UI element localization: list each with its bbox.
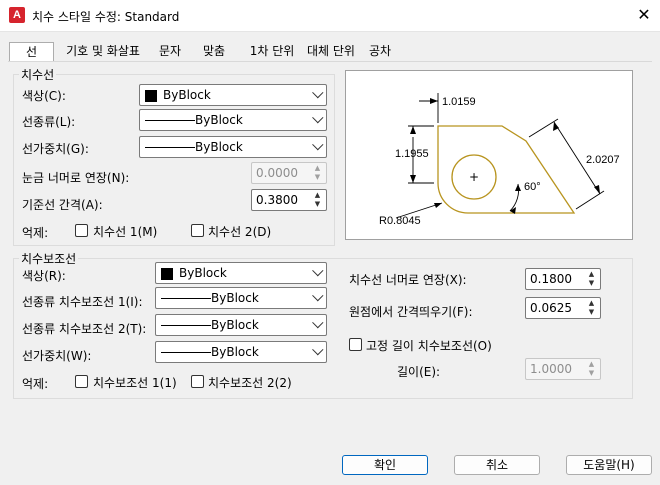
- tab-fit[interactable]: 맞춤: [194, 42, 234, 62]
- ok-button[interactable]: 확인: [342, 455, 428, 475]
- dim-color-combo[interactable]: ByBlock: [139, 84, 327, 106]
- ext-extend-value: 0.1800: [530, 272, 572, 286]
- chevron-down-icon: [312, 344, 324, 356]
- dim-linetype-label: 선종류(L):: [22, 115, 76, 129]
- ext-extend-spinner[interactable]: 0.1800 ▲ ▼: [525, 268, 601, 290]
- preview-shape: [437, 125, 576, 214]
- ext-color-value: ByBlock: [179, 266, 227, 280]
- tab-text[interactable]: 문자: [150, 42, 190, 62]
- ext-color-combo[interactable]: ByBlock: [155, 262, 327, 284]
- dim-baseline-value: 0.3800: [256, 193, 298, 207]
- spin-up-icon[interactable]: ▲: [584, 270, 599, 279]
- chevron-down-icon: [312, 87, 324, 99]
- tab-tolerances[interactable]: 공차: [364, 42, 396, 62]
- ext-linetype1-combo[interactable]: ByBlock: [155, 287, 327, 309]
- ext-linetype2-label: 선종류 치수보조선 2(T):: [22, 322, 147, 336]
- ext-offset-value: 0.0625: [530, 301, 572, 315]
- color-swatch: [161, 268, 173, 280]
- dim-lineweight-value: ByBlock: [195, 140, 243, 154]
- preview-drawing: + 1.0159 1.1955 2.0207 60° R0.8045: [379, 93, 620, 227]
- dim-suppress-label: 억제:: [22, 226, 49, 240]
- dim-lineweight-label: 선가중치(G):: [22, 142, 89, 156]
- dim-extend-label: 눈금 너머로 연장(N):: [22, 171, 130, 185]
- spin-up-icon[interactable]: ▲: [310, 191, 325, 200]
- dimension-preview: + 1.0159 1.1955 2.0207 60° R0.8045: [345, 70, 633, 240]
- ext-linetype2-value: ByBlock: [211, 318, 259, 332]
- suppress-dim2-label[interactable]: 치수선 2(D): [208, 223, 271, 240]
- suppress-ext2-label[interactable]: 치수보조선 2(2): [208, 374, 292, 391]
- chevron-down-icon: [312, 139, 324, 151]
- dim-linetype-value: ByBlock: [195, 113, 243, 127]
- chevron-down-icon: [312, 290, 324, 302]
- line-sample: [161, 352, 211, 353]
- spin-up-icon: ▲: [588, 360, 595, 368]
- fixed-length-label[interactable]: 고정 길이 치수보조선(O): [366, 337, 492, 354]
- dim-extend-spinner: 0.0000 ▲ ▼: [251, 162, 327, 184]
- suppress-dim1-checkbox[interactable]: [75, 224, 88, 237]
- preview-angle: 60°: [524, 181, 541, 193]
- dim-linetype-combo[interactable]: ByBlock: [139, 109, 327, 131]
- tab-primary-units[interactable]: 1차 단위: [246, 42, 298, 62]
- tab-divider: [8, 61, 652, 62]
- ext-color-label: 색상(R):: [22, 269, 66, 283]
- cancel-button[interactable]: 취소: [454, 455, 540, 475]
- spin-up-icon: ▲: [314, 164, 321, 172]
- line-sample: [145, 147, 195, 148]
- preview-dim-right: 2.0207: [586, 154, 620, 166]
- ext-linetype1-label: 선종류 치수보조선 1(I):: [22, 295, 143, 309]
- ext-linetype1-value: ByBlock: [211, 291, 259, 305]
- ext-length-value: 1.0000: [530, 362, 572, 376]
- center-mark: +: [469, 170, 479, 184]
- tab-alternate-units[interactable]: 대체 단위: [302, 42, 360, 62]
- dim-baseline-spinner[interactable]: 0.3800 ▲ ▼: [251, 189, 327, 211]
- suppress-ext1-checkbox[interactable]: [75, 375, 88, 388]
- ext-suppress-label: 억제:: [22, 377, 49, 391]
- ext-length-spinner: 1.0000 ▲ ▼: [525, 358, 601, 380]
- chevron-down-icon: [312, 112, 324, 124]
- spin-down-icon: ▼: [314, 173, 321, 181]
- dim-color-label: 색상(C):: [22, 89, 66, 103]
- preview-dim-left: 1.1955: [395, 148, 429, 160]
- ext-offset-spinner[interactable]: 0.0625 ▲ ▼: [525, 297, 601, 319]
- suppress-ext2-checkbox[interactable]: [191, 375, 204, 388]
- fixed-length-checkbox[interactable]: [349, 338, 362, 351]
- ext-lineweight-combo[interactable]: ByBlock: [155, 341, 327, 363]
- preview-radius: R0.8045: [379, 215, 421, 227]
- spin-down-icon[interactable]: ▼: [310, 200, 325, 209]
- ext-linetype2-combo[interactable]: ByBlock: [155, 314, 327, 336]
- dim-baseline-label: 기준선 간격(A):: [22, 198, 103, 212]
- suppress-ext1-label[interactable]: 치수보조선 1(1): [93, 374, 177, 391]
- help-button[interactable]: 도움말(H): [566, 455, 652, 475]
- line-sample: [145, 120, 195, 121]
- line-sample: [161, 298, 211, 299]
- spin-down-icon[interactable]: ▼: [584, 308, 599, 317]
- dim-lineweight-combo[interactable]: ByBlock: [139, 136, 327, 158]
- tab-symbols-arrows[interactable]: 기호 및 화살표: [58, 42, 148, 62]
- spin-down-icon[interactable]: ▼: [584, 279, 599, 288]
- ext-offset-label: 원점에서 간격띄우기(F):: [349, 305, 473, 319]
- autocad-app-icon: A: [9, 7, 25, 23]
- ext-lines-legend: 치수보조선: [19, 250, 79, 267]
- dim-lines-legend: 치수선: [19, 66, 57, 83]
- spin-up-icon[interactable]: ▲: [584, 299, 599, 308]
- line-sample: [161, 325, 211, 326]
- ext-lineweight-label: 선가중치(W):: [22, 349, 92, 363]
- close-icon[interactable]: ✕: [634, 5, 654, 25]
- dim-extend-value: 0.0000: [256, 166, 298, 180]
- suppress-dim1-label[interactable]: 치수선 1(M): [93, 223, 157, 240]
- suppress-dim2-checkbox[interactable]: [191, 224, 204, 237]
- preview-dim-top: 1.0159: [442, 96, 476, 108]
- tab-lines[interactable]: 선: [9, 42, 54, 62]
- ext-length-label: 길이(E):: [397, 365, 441, 379]
- dim-color-value: ByBlock: [163, 88, 211, 102]
- chevron-down-icon: [312, 265, 324, 277]
- ext-lineweight-value: ByBlock: [211, 345, 259, 359]
- spin-down-icon: ▼: [588, 369, 595, 377]
- ext-extend-label: 치수선 너머로 연장(X):: [349, 273, 467, 287]
- window-title: 치수 스타일 수정: Standard: [32, 10, 180, 24]
- color-swatch: [145, 90, 157, 102]
- chevron-down-icon: [312, 317, 324, 329]
